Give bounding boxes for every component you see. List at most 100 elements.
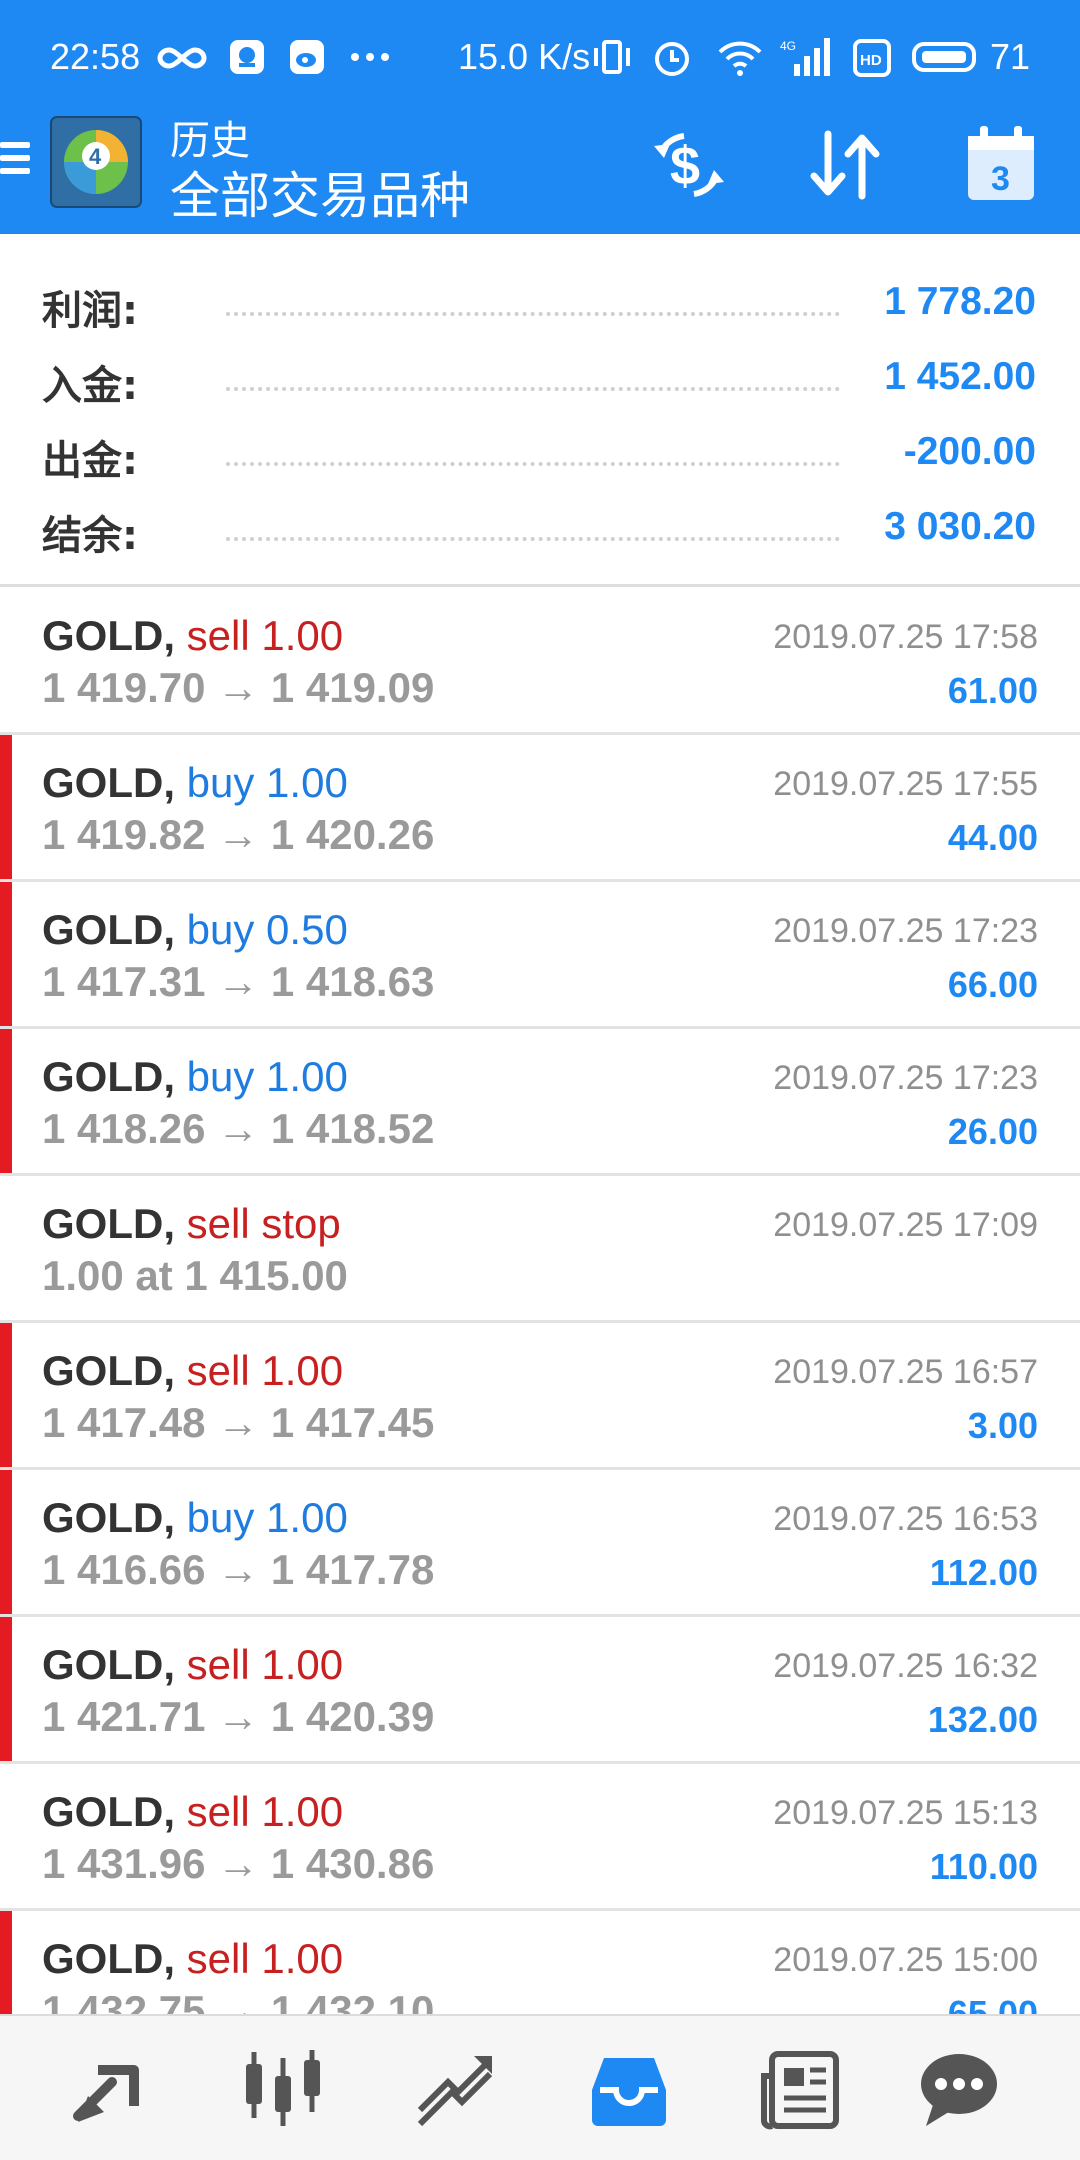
trade-profit: 66.00 (947, 964, 1038, 1005)
trade-row[interactable]: GOLD, buy 1.00 1 419.82 → 1 420.26 2019.… (0, 735, 1080, 882)
deposit-filter-button[interactable]: $ (644, 120, 734, 210)
nav-quotes[interactable] (68, 2046, 154, 2132)
history-icon (592, 2058, 666, 2126)
trade-symbol: GOLD, (42, 1788, 175, 1835)
trade-side: sell 1.00 (186, 1935, 344, 1982)
trade-prices: 1 417.48 → 1 417.45 (42, 1399, 435, 1446)
trade-profit: 61.00 (947, 670, 1038, 711)
menu-icon[interactable] (0, 136, 32, 186)
trade-row[interactable]: GOLD, sell 1.00 1 431.96 → 1 430.86 2019… (0, 1764, 1080, 1911)
trade-prices: 1.00 at 1 415.00 (42, 1252, 348, 1299)
battery-level: 71 (990, 36, 1031, 77)
trade-marker (0, 735, 12, 879)
trade-marker (0, 1323, 12, 1467)
divider (0, 584, 1080, 587)
currency-exchange-icon: $ (654, 133, 724, 197)
more-icon (351, 53, 389, 61)
trade-side: buy 1.00 (186, 1494, 348, 1541)
trade-time: 2019.07.25 17:23 (773, 912, 1038, 950)
trade-symbol: GOLD, (42, 1935, 175, 1982)
summary-label: 结余: (42, 513, 138, 559)
trade-row[interactable]: GOLD, sell stop 1.00 at 1 415.00 2019.07… (0, 1176, 1080, 1323)
summary-label: 利润: (42, 288, 138, 334)
trade-prices: 1 432.75 → 1 432.10 (42, 1987, 435, 2014)
trade-time: 2019.07.25 17:09 (773, 1206, 1038, 1244)
trade-profit: 3.00 (967, 1405, 1038, 1446)
trade-side: buy 1.00 (186, 1053, 348, 1100)
trade-time: 2019.07.25 16:57 (773, 1353, 1038, 1391)
calendar-day: 3 (991, 160, 1010, 198)
svg-text:4G: 4G (780, 39, 796, 53)
trade-side: sell 1.00 (186, 1641, 344, 1688)
trade-profit: 112.00 (929, 1552, 1038, 1593)
trade-prices: 1 418.26 → 1 418.52 (42, 1105, 435, 1152)
trade-time: 2019.07.25 17:58 (773, 618, 1038, 656)
calendar-button[interactable]: 3 (956, 120, 1046, 210)
trade-marker (0, 1911, 12, 2014)
trade-symbol: GOLD, (42, 759, 175, 806)
chart-icon (246, 2050, 320, 2126)
top-bar: 22:58 15.0 K/s 4G HD 71 4 历史 全部交易品种 $ 3 (0, 0, 1080, 234)
summary-value: -200.00 (903, 430, 1036, 473)
trade-row[interactable]: GOLD, sell 1.00 1 417.48 → 1 417.45 2019… (0, 1323, 1080, 1470)
trade-icon (417, 2056, 493, 2127)
trade-time: 2019.07.25 16:53 (773, 1500, 1038, 1538)
trade-time: 2019.07.25 16:32 (773, 1647, 1038, 1685)
trade-history-list[interactable]: GOLD, sell 1.00 1 419.70 → 1 419.09 2019… (0, 588, 1080, 2014)
trade-time: 2019.07.25 17:23 (773, 1059, 1038, 1097)
trade-row[interactable]: GOLD, buy 0.50 1 417.31 → 1 418.63 2019.… (0, 882, 1080, 1029)
trade-symbol: GOLD, (42, 1053, 175, 1100)
trade-row[interactable]: GOLD, sell 1.00 1 419.70 → 1 419.09 2019… (0, 588, 1080, 735)
dotted-leader (226, 387, 840, 391)
nav-news[interactable] (758, 2046, 844, 2132)
trade-row[interactable]: GOLD, sell 1.00 1 432.75 → 1 432.10 2019… (0, 1911, 1080, 2014)
trade-prices: 1 416.66 → 1 417.78 (42, 1546, 435, 1593)
trade-profit: 65.00 (947, 1993, 1038, 2014)
trade-symbol: GOLD, (42, 1494, 175, 1541)
trade-marker (0, 882, 12, 1026)
trade-time: 2019.07.25 15:13 (773, 1794, 1038, 1832)
trade-symbol: GOLD, (42, 1200, 175, 1247)
summary-value: 3 030.20 (884, 505, 1036, 548)
sort-button[interactable] (800, 120, 890, 210)
trade-profit: 132.00 (927, 1699, 1038, 1740)
weibo-icon (290, 40, 324, 74)
nav-chat[interactable] (916, 2046, 1002, 2132)
nav-trade[interactable] (412, 2046, 498, 2132)
trade-symbol: GOLD, (42, 1347, 175, 1394)
sort-icon (810, 130, 880, 200)
trade-row[interactable]: GOLD, buy 1.00 1 418.26 → 1 418.52 2019.… (0, 1029, 1080, 1176)
calendar-icon: 3 (968, 126, 1034, 200)
dotted-leader (226, 537, 840, 541)
quotes-icon (73, 2065, 139, 2122)
svg-text:HD: HD (860, 52, 882, 69)
network-speed: 15.0 K/s (458, 36, 591, 77)
trade-side: buy 1.00 (186, 759, 348, 806)
trade-side: sell 1.00 (186, 1788, 344, 1835)
trade-side: sell stop (186, 1200, 341, 1247)
page-title[interactable]: 全部交易品种 (170, 156, 470, 228)
notification-app-icon (230, 40, 264, 74)
trade-row[interactable]: GOLD, sell 1.00 1 421.71 → 1 420.39 2019… (0, 1617, 1080, 1764)
wifi-icon (718, 41, 762, 76)
nav-history[interactable] (586, 2046, 672, 2132)
vibrate-icon (594, 40, 630, 74)
account-summary: 利润: 1 778.20 入金: 1 452.00 出金: -200.00 结余… (0, 234, 1080, 587)
infinity-icon (157, 47, 207, 69)
bottom-navigation (0, 2014, 1080, 2160)
dotted-leader (226, 462, 840, 466)
svg-text:4: 4 (89, 144, 102, 169)
svg-text:$: $ (670, 136, 700, 196)
trade-profit: 26.00 (947, 1111, 1038, 1152)
trade-marker (0, 1617, 12, 1761)
trade-side: buy 0.50 (186, 906, 348, 953)
trade-prices: 1 419.82 → 1 420.26 (42, 811, 435, 858)
trade-marker (0, 1470, 12, 1614)
trade-prices: 1 417.31 → 1 418.63 (42, 958, 435, 1005)
summary-value: 1 452.00 (884, 355, 1036, 398)
trade-marker (0, 1029, 12, 1173)
alarm-icon (655, 42, 689, 76)
nav-chart[interactable] (240, 2046, 326, 2132)
summary-row-withdrawal: 出金: -200.00 (0, 418, 1080, 493)
trade-row[interactable]: GOLD, buy 1.00 1 416.66 → 1 417.78 2019.… (0, 1470, 1080, 1617)
